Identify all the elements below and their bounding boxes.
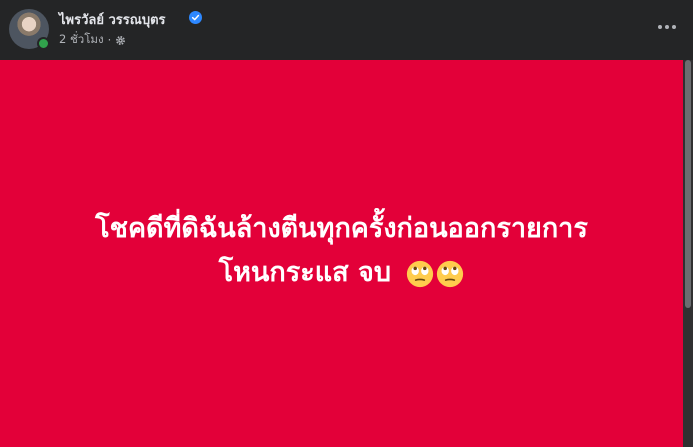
scrollbar[interactable] bbox=[683, 60, 693, 447]
facebook-post: ไพรวัลย์ วรรณบุตร 2 ชั่วโมง · โชคดีที่ดิ… bbox=[0, 0, 693, 447]
rolling-eyes-emoji-icon bbox=[437, 260, 464, 287]
scrollbar-thumb[interactable] bbox=[685, 60, 691, 308]
post-meta: 2 ชั่วโมง · bbox=[59, 31, 126, 49]
post-header: ไพรวัลย์ วรรณบุตร 2 ชั่วโมง · bbox=[0, 0, 693, 60]
post-text-line-1: โชคดีที่ดิฉันล้างตีนทุกครั้งก่อนออกรายกา… bbox=[95, 213, 588, 244]
post-text: โชคดีที่ดิฉันล้างตีนทุกครั้งก่อนออกรายกา… bbox=[95, 207, 588, 295]
more-dot bbox=[672, 25, 676, 29]
background-text-post[interactable]: โชคดีที่ดิฉันล้างตีนทุกครั้งก่อนออกรายกา… bbox=[0, 60, 683, 447]
meta-separator: · bbox=[107, 33, 112, 47]
rolling-eyes-emoji-icon bbox=[407, 260, 434, 287]
post-text-line-2-wrap: โหนกระแส จบ bbox=[95, 251, 588, 295]
gear-icon[interactable] bbox=[115, 35, 126, 46]
author-name[interactable]: ไพรวัลย์ วรรณบุตร bbox=[59, 9, 166, 30]
more-options-button[interactable] bbox=[652, 14, 682, 40]
post-time-link[interactable]: 2 ชั่วโมง bbox=[59, 31, 104, 49]
post-text-line-2: โหนกระแส จบ bbox=[218, 257, 391, 288]
verified-badge-icon bbox=[189, 11, 202, 24]
online-status-icon bbox=[37, 37, 50, 50]
more-dot bbox=[665, 25, 669, 29]
emoji-row bbox=[406, 260, 464, 288]
more-dot bbox=[658, 25, 662, 29]
